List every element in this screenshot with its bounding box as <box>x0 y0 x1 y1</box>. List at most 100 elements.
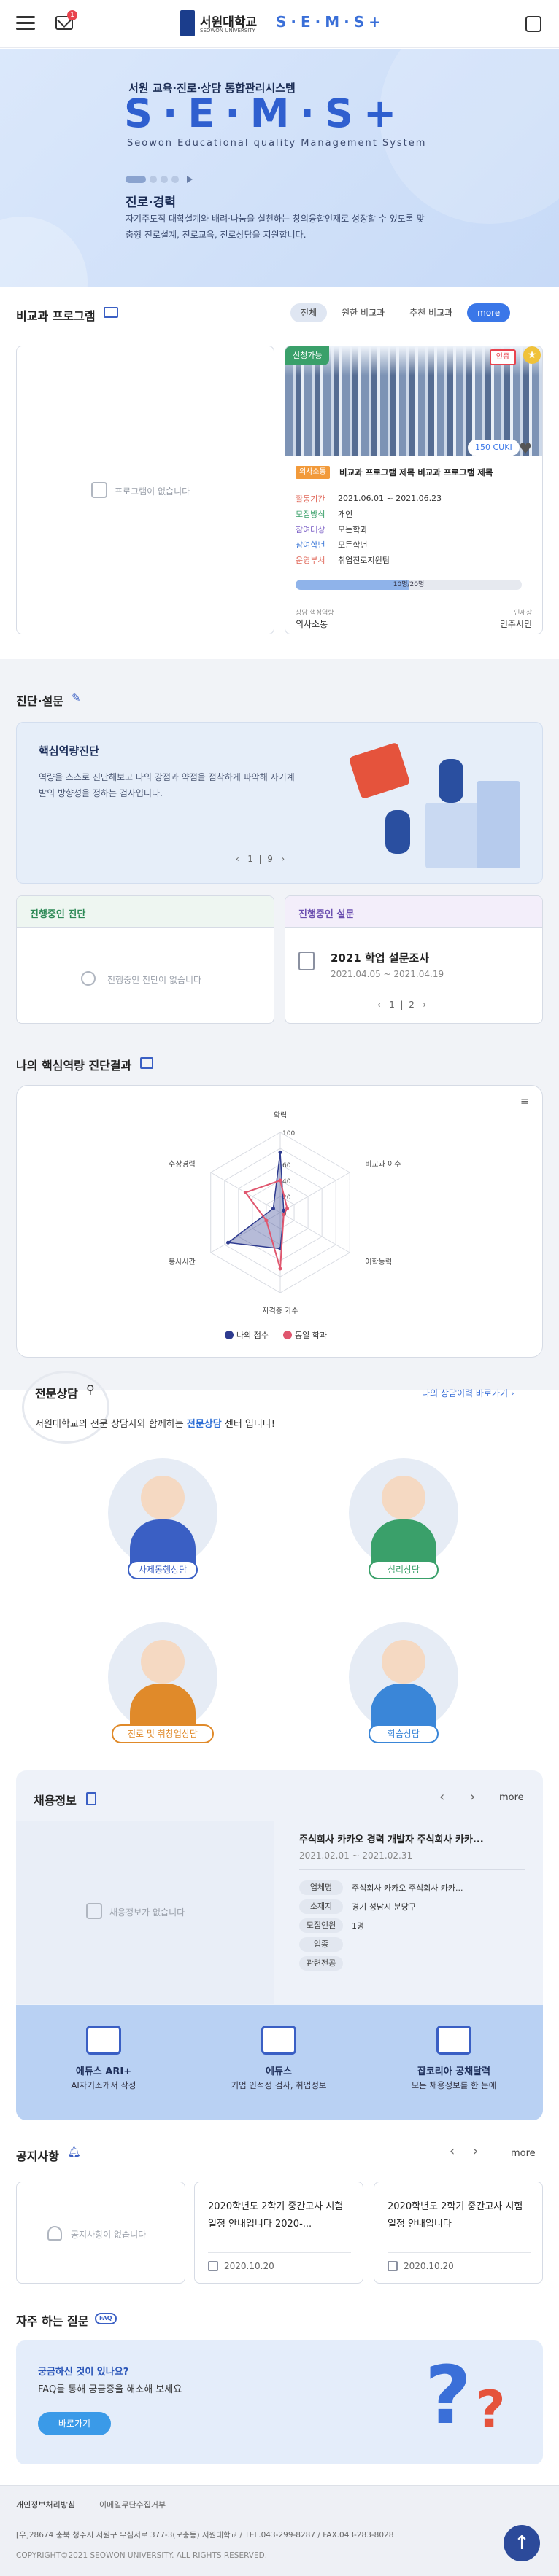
job-date: 2021.02.01 ~ 2021.02.31 <box>299 1851 413 1861</box>
job-link-title: 잡코리아 공채달력 <box>417 2066 491 2077</box>
counsel-illustration[interactable] <box>108 1622 217 1732</box>
play-icon[interactable] <box>187 175 193 183</box>
faq-line1: 궁금하신 것이 있나요? <box>38 2367 129 2378</box>
bell-icon: 🔔︎ <box>67 2145 82 2158</box>
hero-heading: 진로·경력 <box>126 195 177 210</box>
counsel-button[interactable]: 심리상담 <box>369 1560 439 1579</box>
info-value: 모든학과 <box>338 524 368 534</box>
section-title-jobs: 채용정보 <box>34 1794 77 1808</box>
info-value: 취업진로지원팀 <box>338 555 390 565</box>
radar-axis-label: 봉사시간 <box>169 1258 196 1266</box>
bag-icon[interactable] <box>525 16 541 32</box>
radar-axis-line <box>280 1212 350 1253</box>
cert-badge: 인증 <box>490 349 516 365</box>
counsel-illustration[interactable] <box>349 1622 458 1732</box>
footer: 개인정보처리방침 이메일무단수집거부 [우]28674 충북 청주시 서원구 무… <box>0 2485 559 2576</box>
section-title-faq: 자주 하는 질문 <box>16 2314 89 2328</box>
program-card[interactable]: 신청가능 인증 ★ 150 CUKI ♥ 의사소통 비교과 프로그램 제목 비교… <box>285 346 543 634</box>
section-title-programs: 비교과 프로그램 <box>16 309 96 323</box>
privacy-link[interactable]: 개인정보처리방침 <box>16 2499 75 2510</box>
program-info-row: 참여대상 모든학과 <box>296 521 442 537</box>
footer-address: [우]28674 충북 청주시 서원구 무심서로 377-3(모충동) 서원대학… <box>16 2531 394 2540</box>
job-link-item[interactable]: 에듀스 기업 인적성 검사, 취업정보 <box>213 2026 344 2106</box>
card-title: 진행중인 설문 <box>298 909 355 920</box>
counsel-illustration[interactable] <box>349 1458 458 1568</box>
calendar-icon <box>298 952 315 970</box>
chart-icon <box>140 1057 153 1069</box>
divider <box>299 1869 525 1870</box>
star-icon: ★ <box>523 346 541 364</box>
radar-tick-label: 40 <box>282 1178 291 1186</box>
progress-text: 10명/20명 <box>393 581 425 588</box>
faq-go-button[interactable]: 바로가기 <box>38 2412 111 2435</box>
notice-card[interactable]: 2020학년도 2학기 중간고사 시험 일정 안내입니다 2020-... 202… <box>194 2182 363 2284</box>
jobs-more-link[interactable]: more <box>499 1792 524 1803</box>
heart-icon[interactable]: ♥ <box>519 440 532 457</box>
ongoing-survey-card: 진행중인 설문 2021 학업 설문조사 2021.04.05 ~ 2021.0… <box>285 895 543 1024</box>
mail-count-badge: 1 <box>67 10 77 20</box>
sems-logo[interactable]: S·E·M·S+ <box>276 13 385 31</box>
empty-text: 프로그램이 없습니다 <box>115 486 190 497</box>
job-link-desc: AI자기소개서 작성 <box>71 2080 136 2090</box>
question-mark-illustration: ? <box>476 2380 506 2440</box>
section-title-result: 나의 핵심역량 진단결과 <box>16 1059 132 1073</box>
next-arrow-icon[interactable]: › <box>423 1000 426 1010</box>
legend-swatch[interactable] <box>283 1331 292 1339</box>
counsel-button[interactable]: 진로 및 취창업상담 <box>112 1724 214 1743</box>
radar-axis-label: 비교과 이수 <box>365 1160 401 1169</box>
status-badge: 신청가능 <box>285 346 330 365</box>
tab-all[interactable]: 전체 <box>290 303 328 322</box>
university-seal-logo[interactable] <box>180 10 195 36</box>
calendar-icon <box>208 2261 218 2271</box>
prev-arrow-icon[interactable]: ‹ <box>236 854 239 864</box>
legend-swatch[interactable] <box>225 1331 234 1339</box>
radar-point <box>282 1213 286 1217</box>
radar-tick-label: 60 <box>282 1162 291 1170</box>
diagnosis-banner[interactable]: 핵심역량진단 역량을 스스로 진단해보고 나의 강점과 약점을 점착하게 파악해… <box>16 722 543 884</box>
job-link-item[interactable]: 에듀스 ARI+ AI자기소개서 작성 <box>38 2026 169 2106</box>
radar-tick-label: 100 <box>282 1130 295 1137</box>
email-refuse-link[interactable]: 이메일무단수집거부 <box>99 2499 166 2510</box>
tab-wish[interactable]: 원한 비교과 <box>331 303 395 322</box>
counsel-button[interactable]: 학습상담 <box>369 1724 439 1743</box>
notice-title: 2020학년도 2학기 중간고사 시험 일정 안내입니다 <box>388 2201 523 2230</box>
counsel-history-link[interactable]: 나의 상담이력 바로가기 › <box>422 1387 514 1399</box>
job-info-row: 모집인원 1명 <box>299 1916 463 1935</box>
bell-icon <box>47 2226 62 2241</box>
prev-arrow-icon[interactable]: ‹ <box>439 1789 444 1805</box>
illustration-box <box>348 742 411 800</box>
more-button[interactable]: more <box>467 303 511 322</box>
job-link-title: 에듀스 ARI+ <box>75 2066 132 2077</box>
notices-more-link[interactable]: more <box>511 2148 536 2159</box>
job-title[interactable]: 주식회사 카카오 경력 개발자 주식회사 카카... <box>299 1832 525 1845</box>
survey-date: 2021.04.05 ~ 2021.04.19 <box>331 969 444 979</box>
job-link-desc: 모든 채용정보를 한 눈에 <box>411 2080 497 2090</box>
program-name[interactable]: 비교과 프로그램 제목 비교과 프로그램 제목 <box>339 467 538 478</box>
hamburger-menu-icon[interactable] <box>16 16 35 31</box>
scroll-top-icon[interactable]: ↑ <box>504 2525 540 2561</box>
program-empty-card: 프로그램이 없습니다 <box>16 346 274 634</box>
person-face <box>141 1476 185 1519</box>
counsel-illustration[interactable] <box>108 1458 217 1568</box>
result-chart-card: ≡ 확립비교과 이수어학능력자격증 가수봉사시간수상경력0204060100나의… <box>16 1085 543 1358</box>
next-arrow-icon[interactable]: › <box>281 854 285 864</box>
info-value: 개인 <box>338 509 353 519</box>
job-info-label: 모집인원 <box>299 1918 343 1933</box>
search-doc-icon <box>91 482 107 498</box>
search-icon: ⚲ <box>86 1382 95 1396</box>
illustration-person <box>439 759 463 803</box>
logo-english: SEOWON UNIVERSITY <box>200 28 255 34</box>
legend-label[interactable]: 동일 학과 <box>295 1330 327 1340</box>
counsel-button[interactable]: 사제동행상담 <box>128 1560 198 1579</box>
survey-name[interactable]: 2021 학업 설문조사 <box>331 950 429 965</box>
next-arrow-icon[interactable]: › <box>473 2144 478 2159</box>
legend-label[interactable]: 나의 점수 <box>236 1331 269 1340</box>
prev-arrow-icon[interactable]: ‹ <box>377 1000 381 1010</box>
notice-card[interactable]: 2020학년도 2학기 중간고사 시험 일정 안내입니다 2020.10.20 <box>374 2182 543 2284</box>
slider-indicator[interactable] <box>126 171 193 185</box>
prev-arrow-icon[interactable]: ‹ <box>450 2144 455 2159</box>
tab-recommend[interactable]: 추천 비교과 <box>399 303 463 322</box>
job-link-item[interactable]: 잡코리아 공채달력모든 채용정보를 한 눈에 <box>388 2026 520 2106</box>
next-arrow-icon[interactable]: › <box>470 1789 475 1805</box>
banner-pager: ‹ 1 | 9 › <box>236 854 285 864</box>
